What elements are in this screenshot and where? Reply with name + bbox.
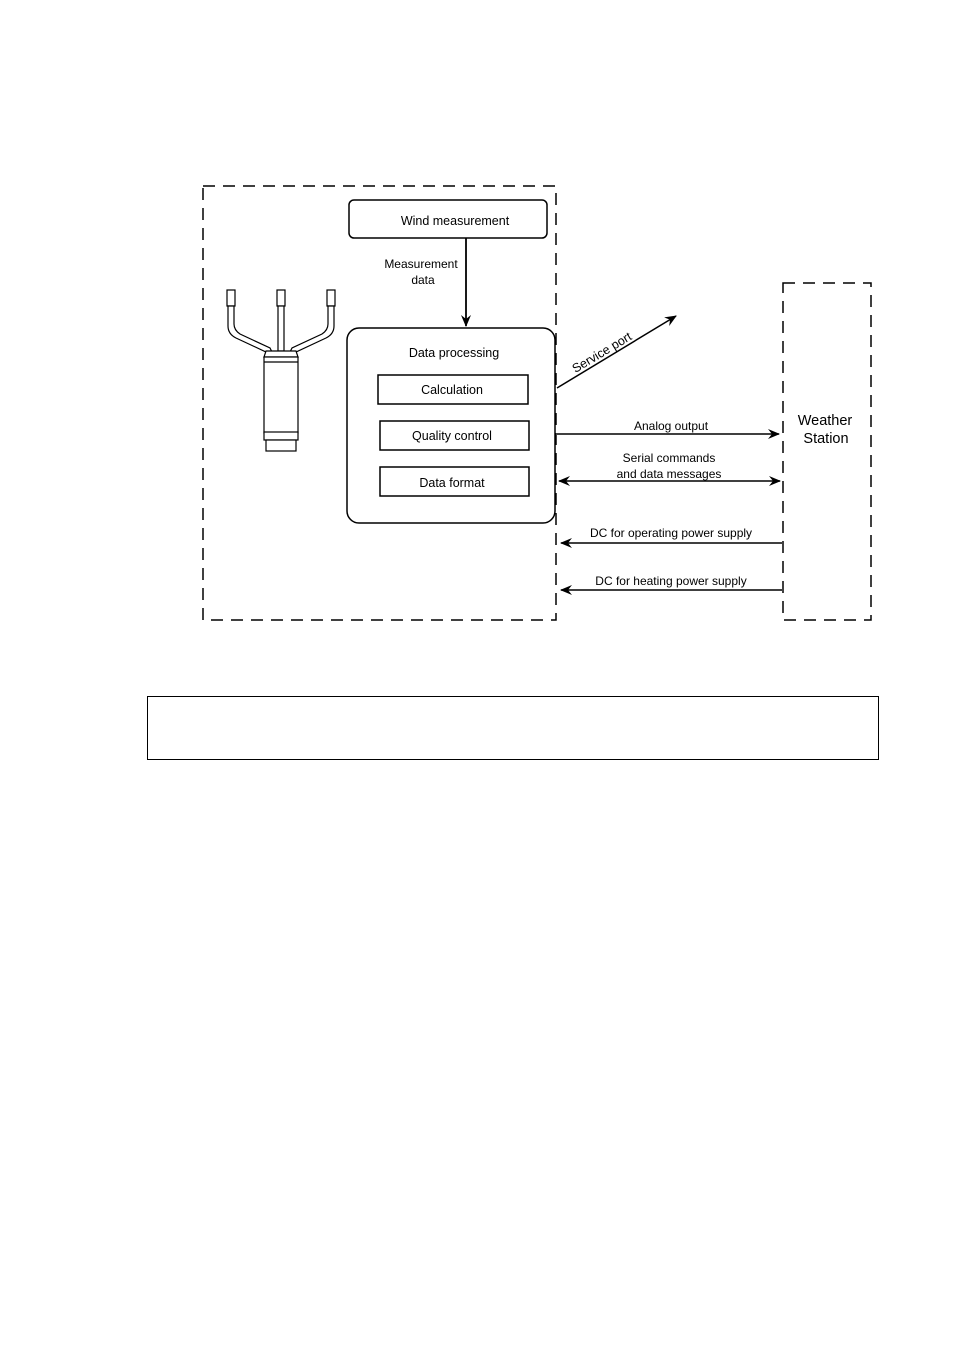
system-diagram: Wind measurement Measurement data Data p… [202, 185, 872, 621]
data-processing-block: Data processing Calculation Quality cont… [346, 327, 556, 524]
calculation-label: Calculation [421, 383, 483, 397]
anemometer-sensor-illustration [226, 289, 336, 452]
weather-station-label-1: Weather [798, 413, 853, 429]
quality-control-label: Quality control [412, 429, 492, 443]
weather-station-boundary [782, 282, 872, 621]
wind-measurement-block: Wind measurement [348, 199, 548, 239]
measurement-data-label-2: data [411, 273, 435, 287]
dc-operating-label: DC for operating power supply [590, 526, 752, 540]
data-format-label: Data format [419, 476, 485, 490]
analog-output-label: Analog output [634, 419, 709, 433]
wind-measurement-label: Wind measurement [401, 214, 510, 228]
weather-station-label-2: Station [803, 431, 848, 447]
dc-heating-label: DC for heating power supply [595, 574, 746, 588]
serial-label-2: and data messages [617, 467, 722, 481]
service-port-label: Service port [570, 329, 635, 376]
measurement-data-label-1: Measurement [384, 257, 458, 271]
service-port-arrow-icon [556, 315, 677, 389]
data-processing-title: Data processing [409, 346, 499, 360]
note-box [147, 696, 879, 760]
serial-label-1: Serial commands [623, 451, 716, 465]
